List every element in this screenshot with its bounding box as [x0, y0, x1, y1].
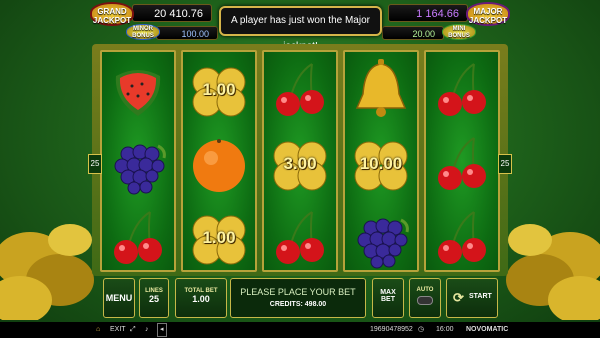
line-marker-right: 25	[498, 154, 512, 174]
line-marker-left: 25	[88, 154, 102, 174]
system-bar: ⌂ EXIT ⤢ ♪ ◂ 19690478952 ◷ 16:00 NOVOMAT…	[0, 322, 600, 338]
auto-toggle-icon	[417, 296, 433, 305]
max-bet-button[interactable]: MAX BET	[372, 278, 404, 318]
grand-jackpot-plate: 20 410.76	[132, 4, 212, 22]
auto-label: AUTO	[416, 287, 434, 293]
reels-frame: 1.00 1.00 3.00 10.00	[92, 44, 508, 276]
symbol-watermelon	[102, 54, 174, 126]
session-id: 19690478952	[370, 326, 413, 333]
clover-pile-right-decoration	[506, 224, 600, 320]
symbol-grapes	[102, 128, 174, 200]
volume-icon[interactable]: ◂	[157, 323, 167, 337]
symbol-cherries	[102, 202, 174, 274]
clock-time: 16:00	[436, 326, 454, 333]
mini-label: MINI	[452, 26, 466, 32]
mini-bonus-value: 20.00	[412, 29, 435, 39]
symbol-orange	[183, 128, 255, 200]
reel-3: 3.00	[262, 50, 338, 272]
home-icon[interactable]: ⌂	[96, 322, 100, 338]
menu-button[interactable]: MENU	[103, 278, 135, 318]
lines-selector[interactable]: LINES 25	[139, 278, 169, 318]
minor-bonus-value: 100.00	[181, 29, 209, 39]
clover-value: 1.00	[202, 228, 236, 247]
major-jackpot-badge: MAJOR JACKPOT	[466, 2, 510, 26]
credits-display: CREDITS: 498.00	[269, 301, 327, 308]
reel-2: 1.00 1.00	[181, 50, 257, 272]
sound-icon[interactable]: ♪	[145, 322, 149, 338]
message-display: PLEASE PLACE YOUR BET CREDITS: 498.00	[230, 278, 366, 318]
symbol-cherries	[426, 202, 498, 274]
max-bet-label-2: BET	[381, 296, 395, 303]
clover-pile-left-decoration	[0, 224, 94, 320]
start-button[interactable]: ⟳ START	[446, 278, 498, 318]
exit-button[interactable]: EXIT	[110, 322, 126, 338]
grand-label: GRAND	[97, 7, 127, 16]
jackpot-bar: 20 410.76 1 164.66 100.00 20.00 GRAND JA…	[0, 0, 600, 52]
clover-value: 10.00	[359, 154, 403, 173]
mini-bonus-plate: 20.00	[382, 26, 444, 40]
menu-label: MENU	[105, 293, 133, 303]
symbol-clover: 10.00	[345, 128, 417, 200]
mini-bonus-badge: MINI BONUS	[442, 24, 476, 40]
symbol-clover: 1.00	[183, 54, 255, 126]
clock-icon: ◷	[418, 326, 425, 333]
start-label: START	[469, 293, 492, 300]
symbol-bell	[345, 54, 417, 126]
bet-prompt: PLEASE PLACE YOUR BET	[240, 287, 356, 297]
symbol-clover: 1.00	[183, 202, 255, 274]
minor-sublabel: BONUS	[132, 33, 154, 39]
reel-4: 10.00	[343, 50, 419, 272]
auto-button[interactable]: AUTO	[409, 278, 441, 318]
symbol-cherries	[264, 202, 336, 274]
major-jackpot-plate: 1 164.66	[388, 4, 468, 22]
start-arrows-icon: ⟳	[453, 290, 464, 305]
clover-value: 1.00	[202, 80, 236, 99]
symbol-cherries	[426, 128, 498, 200]
grand-sublabel: JACKPOT	[92, 16, 132, 25]
symbol-cherries	[426, 54, 498, 126]
grand-jackpot-badge: GRAND JACKPOT	[90, 2, 134, 26]
mini-sublabel: BONUS	[448, 33, 470, 39]
total-bet-selector[interactable]: TOTAL BET 1.00	[175, 278, 227, 318]
fullscreen-icon[interactable]: ⤢	[130, 322, 136, 338]
clover-value: 3.00	[283, 154, 317, 173]
major-jackpot-value: 1 164.66	[416, 8, 459, 20]
major-sublabel: JACKPOT	[468, 16, 508, 25]
minor-bonus-badge: MINOR BONUS	[126, 24, 160, 40]
symbol-clover: 3.00	[264, 128, 336, 200]
major-label: MAJOR	[473, 7, 503, 16]
brand-name: NOVOMATIC	[466, 326, 509, 333]
reel-5	[424, 50, 500, 272]
max-bet-label-1: MAX	[380, 289, 396, 296]
jackpot-notice: A player has just won the Major jackpot!	[219, 6, 382, 52]
symbol-grapes	[345, 202, 417, 274]
reel-1	[100, 50, 176, 272]
minor-label: MINOR	[133, 26, 153, 32]
lines-value: 25	[148, 294, 159, 304]
minor-bonus-plate: 100.00	[156, 26, 218, 40]
symbol-cherries	[264, 54, 336, 126]
total-bet-value: 1.00	[192, 294, 210, 304]
grand-jackpot-value: 20 410.76	[154, 8, 203, 20]
